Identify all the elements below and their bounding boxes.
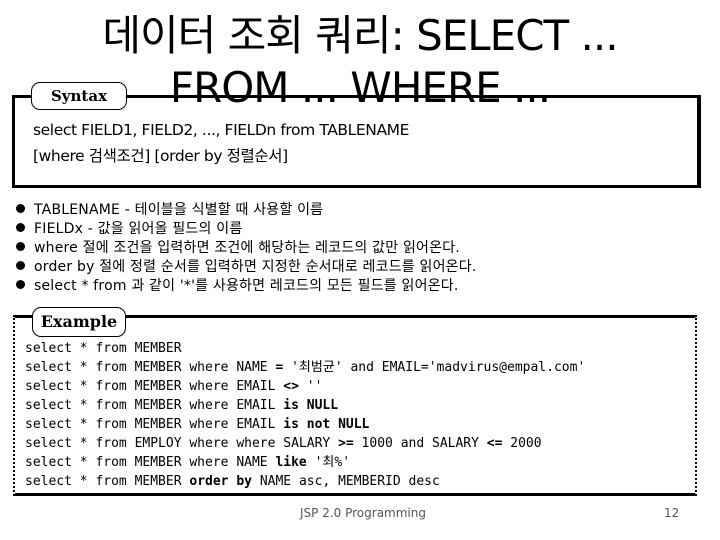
bullet-text: TABLENAME - 테이블을 식별할 때 사용할 이름 (34, 201, 324, 218)
example-keyword: <> (283, 379, 299, 394)
slide-title-line1: 데이터 조회 쿼리: SELECT ... (102, 11, 618, 60)
syntax-line-2: [where 검색조건] [order by 정렬순서] (33, 147, 288, 165)
example-list: select * from MEMBER select * from MEMBE… (25, 339, 585, 491)
example-code: NAME asc, MEMBERID desc (252, 474, 440, 489)
example-code: select * from MEMBER where EMAIL (25, 398, 284, 413)
bullet-icon (16, 261, 25, 270)
example-code: '최범균' and EMAIL='madvirus@empal.com' (283, 360, 586, 375)
bullet-icon (16, 204, 25, 213)
example-row: select * from MEMBER where NAME = '최범균' … (25, 358, 585, 377)
example-code: select * from MEMBER (25, 474, 190, 489)
example-code: 1000 and SALARY (353, 436, 487, 451)
example-row: select * from EMPLOY where where SALARY … (25, 434, 585, 453)
example-row: select * from MEMBER (25, 339, 585, 358)
bullet-icon (16, 223, 25, 232)
example-keyword: >= (338, 436, 354, 451)
example-code: select * from MEMBER where NAME (25, 455, 276, 470)
example-code: select * from MEMBER where NAME (25, 360, 276, 375)
example-code: '' (298, 379, 323, 394)
bullet-item: select * from 과 같이 '*'를 사용하면 레코드의 모든 필드를… (16, 275, 476, 294)
example-code: '최%' (306, 455, 351, 470)
bullet-icon (16, 280, 25, 289)
bullet-text: select * from 과 같이 '*'를 사용하면 레코드의 모든 필드를… (34, 277, 459, 294)
example-keyword: like (275, 455, 307, 470)
example-keyword: is not NULL (283, 417, 370, 432)
example-code: select * from MEMBER (25, 341, 182, 356)
page-number: 12 (664, 506, 680, 520)
bullet-list: TABLENAME - 테이블을 식별할 때 사용할 이름 FIELDx - 값… (16, 199, 476, 294)
example-code: select * from EMPLOY where where SALARY (25, 436, 339, 451)
footer-title: JSP 2.0 Programming (300, 506, 426, 520)
example-row: select * from MEMBER where EMAIL is not … (25, 415, 585, 434)
example-row: select * from MEMBER where NAME like '최%… (25, 453, 585, 472)
example-code: select * from MEMBER where EMAIL (25, 417, 284, 432)
bullet-item: FIELDx - 값을 읽어올 필드의 이름 (16, 218, 476, 237)
slide-title-line2: FROM ... WHERE ... (169, 63, 551, 112)
bullet-icon (16, 242, 25, 251)
syntax-line-1: select FIELD1, FIELD2, ..., FIELDn from … (33, 121, 410, 139)
bullet-item: TABLENAME - 테이블을 식별할 때 사용할 이름 (16, 199, 476, 218)
bullet-text: where 절에 조건을 입력하면 조건에 해당하는 레코드의 값만 읽어온다. (34, 239, 460, 256)
bullet-text: FIELDx - 값을 읽어올 필드의 이름 (34, 220, 243, 237)
bullet-item: order by 절에 정렬 순서를 입력하면 지정한 순서대로 레코드를 읽어… (16, 256, 476, 275)
example-code: 2000 (502, 436, 542, 451)
bullet-text: order by 절에 정렬 순서를 입력하면 지정한 순서대로 레코드를 읽어… (34, 258, 477, 275)
example-keyword: <= (486, 436, 503, 451)
example-code: select * from MEMBER where EMAIL (25, 379, 284, 394)
example-row: select * from MEMBER where EMAIL <> '' (25, 377, 585, 396)
example-keyword: order by (189, 474, 252, 489)
bullet-item: where 절에 조건을 입력하면 조건에 해당하는 레코드의 값만 읽어온다. (16, 237, 476, 256)
example-row: select * from MEMBER where EMAIL is NULL (25, 396, 585, 415)
slide-title: 데이터 조회 쿼리: SELECT ... FROM ... WHERE ... (60, 10, 660, 114)
example-label: Example (32, 307, 126, 337)
example-row: select * from MEMBER order by NAME asc, … (25, 472, 585, 491)
example-keyword: is NULL (283, 398, 339, 413)
